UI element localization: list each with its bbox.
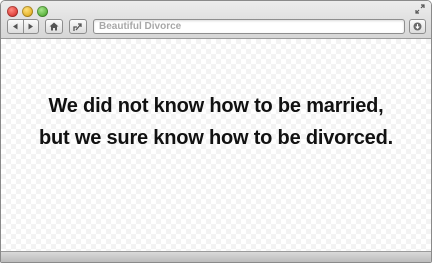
minimize-button[interactable] bbox=[22, 6, 33, 17]
back-forward-buttons bbox=[7, 19, 39, 34]
address-bar[interactable]: Beautiful Divorce bbox=[93, 19, 405, 34]
address-text: Beautiful Divorce bbox=[99, 21, 182, 32]
share-icon bbox=[73, 22, 82, 31]
quote-line-2: but we sure know how to be divorced. bbox=[39, 127, 393, 149]
quote-line-1: We did not know how to be married, bbox=[48, 95, 384, 117]
home-button[interactable] bbox=[45, 19, 63, 34]
status-bar bbox=[1, 251, 431, 262]
back-arrow-icon bbox=[12, 23, 18, 30]
page-content: We did not know how to be married, but w… bbox=[1, 39, 431, 251]
back-button[interactable] bbox=[8, 20, 23, 33]
browser-window: Beautiful Divorce We did not know how to… bbox=[0, 0, 432, 263]
share-button[interactable] bbox=[69, 19, 87, 34]
fullscreen-icon[interactable] bbox=[414, 4, 426, 16]
forward-arrow-icon bbox=[28, 23, 34, 30]
zoom-button[interactable] bbox=[37, 6, 48, 17]
forward-button[interactable] bbox=[22, 20, 39, 33]
title-toolbar: Beautiful Divorce bbox=[1, 1, 431, 39]
download-icon bbox=[413, 22, 422, 31]
download-button[interactable] bbox=[409, 19, 426, 34]
home-icon bbox=[49, 22, 59, 31]
quote-text: We did not know how to be married, but w… bbox=[1, 90, 431, 154]
close-button[interactable] bbox=[7, 6, 18, 17]
